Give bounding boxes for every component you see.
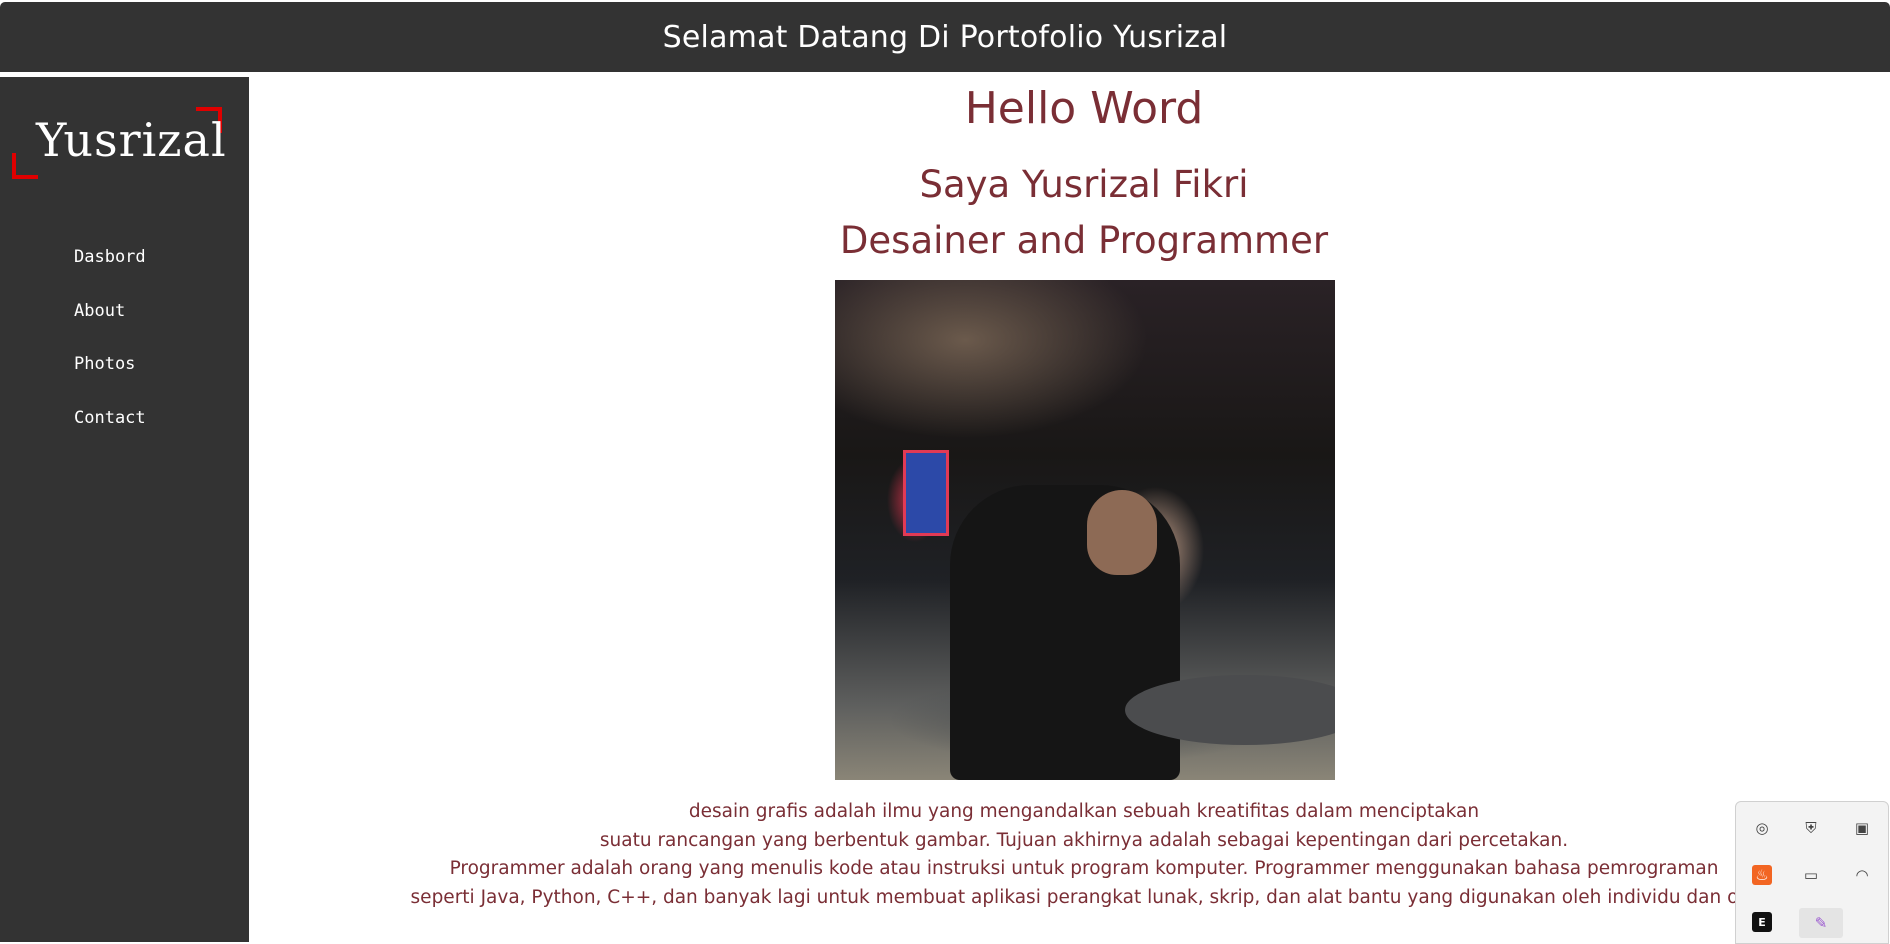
photo-billboard — [903, 450, 949, 536]
description-line: Programmer adalah orang yang menulis kod… — [449, 858, 1719, 879]
app-orange-icon[interactable]: ♨ — [1752, 865, 1772, 885]
wifi-icon[interactable]: ◠ — [1852, 865, 1872, 885]
header-title: Selamat Datang Di Portofolio Yusrizal — [662, 19, 1228, 55]
sidebar-item-dasbord[interactable]: Dasbord — [74, 247, 146, 301]
page-header: Selamat Datang Di Portofolio Yusrizal — [0, 2, 1890, 72]
system-tray-flyout: ◎ ⛨ ▣ ♨ ▭ ◠ E ✎ — [1735, 801, 1889, 944]
camera-icon[interactable]: ▣ — [1852, 818, 1872, 838]
name-heading: Saya Yusrizal Fikri — [919, 163, 1249, 206]
logo-corner-bottom-left — [12, 153, 38, 179]
description-line: suatu rancangan yang berbentuk gambar. T… — [599, 829, 1569, 851]
battery-icon[interactable]: ▭ — [1801, 865, 1821, 885]
logo-text: Yusrizal — [36, 113, 227, 167]
logo[interactable]: Yusrizal — [12, 107, 227, 179]
sidebar-item-contact[interactable]: Contact — [74, 408, 146, 462]
sidebar-item-about[interactable]: About — [74, 301, 146, 355]
sidebar: Yusrizal Dasbord About Photos Contact — [0, 77, 249, 942]
description-line: seperti Java, Python, C++, dan banyak la… — [410, 886, 1758, 908]
pen-icon[interactable]: ✎ — [1799, 908, 1843, 938]
description: desain grafis adalah ilmu yang mengandal… — [249, 798, 1890, 912]
sidebar-nav: Dasbord About Photos Contact — [74, 247, 146, 461]
greeting-heading: Hello Word — [964, 83, 1204, 134]
profile-photo — [835, 280, 1335, 780]
security-shield-icon[interactable]: ⛨ — [1801, 818, 1821, 838]
epic-games-icon[interactable]: E — [1752, 912, 1772, 932]
sidebar-item-photos[interactable]: Photos — [74, 354, 146, 408]
role-heading: Desainer and Programmer — [839, 219, 1329, 262]
headset-icon[interactable]: ◎ — [1752, 818, 1772, 838]
photo-person-head — [1087, 490, 1157, 575]
description-line: desain grafis adalah ilmu yang mengandal… — [688, 801, 1480, 822]
